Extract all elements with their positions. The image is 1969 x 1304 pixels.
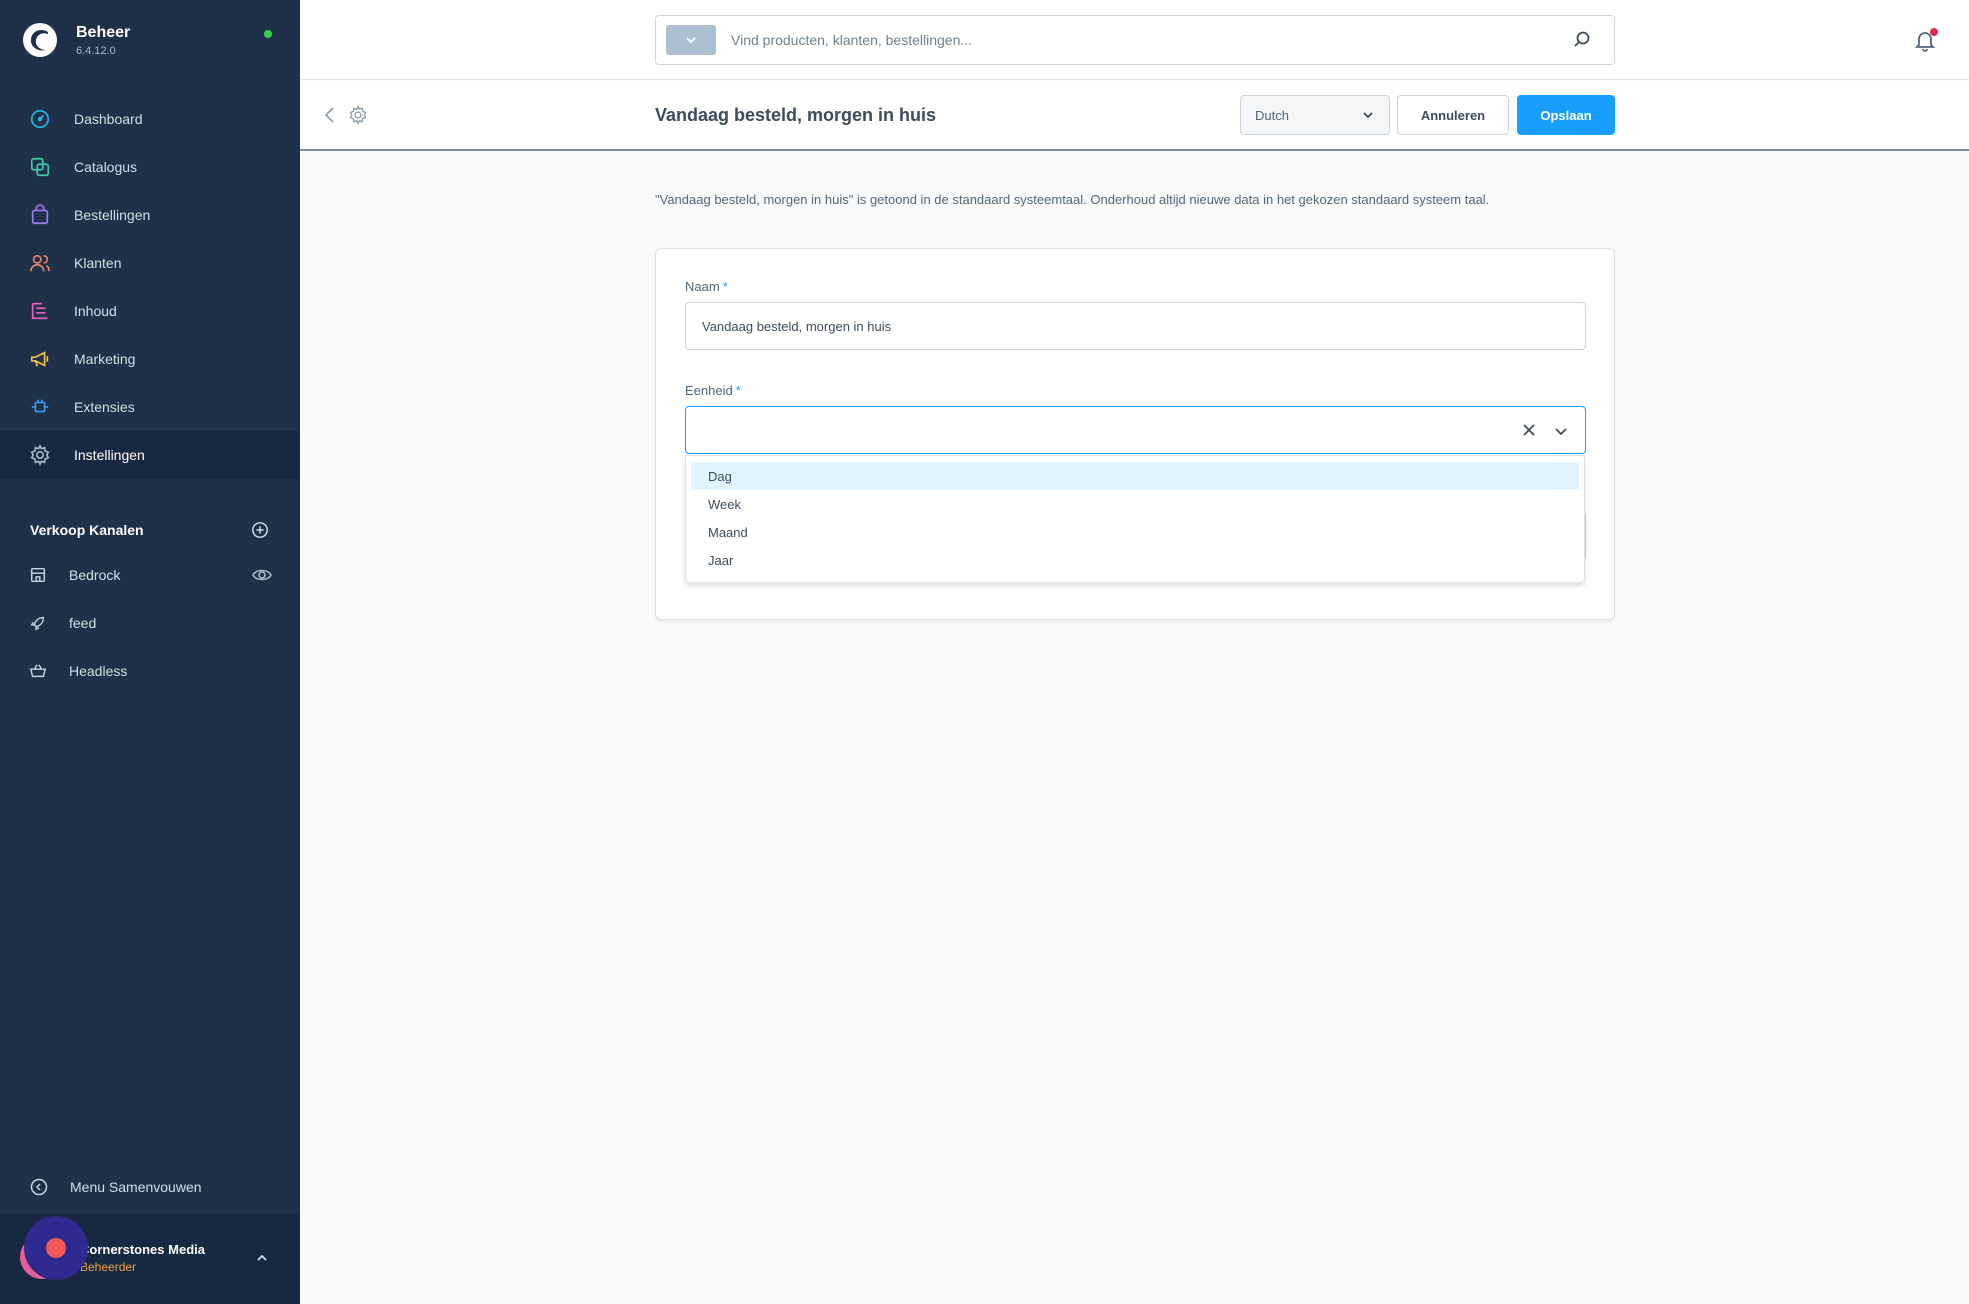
- extensions-icon: [28, 395, 52, 419]
- channel-label: feed: [69, 615, 97, 631]
- unit-select[interactable]: [685, 406, 1586, 454]
- nav-item-settings[interactable]: Instellingen: [0, 431, 300, 479]
- chevron-down-icon: [686, 37, 696, 44]
- cancel-button[interactable]: Annuleren: [1397, 95, 1509, 135]
- unit-option-jaar[interactable]: Jaar: [691, 546, 1579, 574]
- eye-icon[interactable]: [252, 565, 272, 585]
- nav-label: Extensies: [74, 399, 135, 415]
- language-info-text: "Vandaag besteld, morgen in huis" is get…: [655, 192, 1490, 207]
- notification-badge: [1930, 28, 1938, 36]
- search-icon[interactable]: [1572, 30, 1592, 50]
- global-search: [655, 15, 1615, 65]
- collapse-icon: [30, 1178, 48, 1196]
- nav-item-orders[interactable]: Bestellingen: [0, 191, 300, 239]
- nav-label: Bestellingen: [74, 207, 151, 223]
- settings-icon: [28, 443, 52, 467]
- close-icon[interactable]: [1521, 422, 1537, 438]
- marketing-icon: [28, 347, 52, 371]
- nav-item-catalog[interactable]: Catalogus: [0, 143, 300, 191]
- unit-label-text: Eenheid: [685, 383, 733, 398]
- unit-option-dag[interactable]: Dag: [691, 462, 1579, 490]
- unit-option-week[interactable]: Week: [691, 490, 1579, 518]
- add-channel-icon[interactable]: [250, 520, 270, 540]
- chat-dot-icon: [46, 1238, 66, 1258]
- rocket-icon: [28, 613, 48, 633]
- channel-item-feed[interactable]: feed: [0, 599, 300, 647]
- back-arrow-icon[interactable]: [320, 105, 340, 125]
- shopware-logo-icon: [23, 23, 57, 57]
- channel-label: Bedrock: [69, 567, 121, 583]
- orders-icon: [28, 203, 52, 227]
- dashboard-icon: [28, 107, 52, 131]
- page-title: Vandaag besteld, morgen in huis: [655, 105, 937, 125]
- language-select-value: Dutch: [1255, 107, 1289, 123]
- sidebar: Beheer 6.4.12.0 Dashboard Catalogus Best…: [0, 0, 300, 1304]
- language-select[interactable]: Dutch: [1240, 95, 1390, 135]
- nav-item-extensions[interactable]: Extensies: [0, 383, 300, 431]
- gear-icon[interactable]: [348, 105, 368, 125]
- brand-title: Beheer: [76, 23, 131, 41]
- chat-widget-button[interactable]: [24, 1216, 88, 1280]
- channel-item-headless[interactable]: Headless: [0, 647, 300, 695]
- storefront-icon: [28, 565, 48, 585]
- nav-label: Inhoud: [74, 303, 117, 319]
- nav-label: Marketing: [74, 351, 136, 367]
- channel-item-bedrock[interactable]: Bedrock: [0, 551, 300, 599]
- name-field[interactable]: Vandaag besteld, morgen in huis: [685, 302, 1586, 350]
- nav-item-dashboard[interactable]: Dashboard: [0, 95, 300, 143]
- user-role: Beheerder: [80, 1260, 137, 1274]
- channel-label: Headless: [69, 663, 128, 679]
- sales-channels-list: Bedrock feed Headless: [0, 551, 300, 695]
- top-bar: [300, 0, 1969, 80]
- name-label: Naam *: [685, 279, 728, 294]
- chevron-down-icon: [1363, 112, 1373, 119]
- catalog-icon: [28, 155, 52, 179]
- nav-item-content[interactable]: Inhoud: [0, 287, 300, 335]
- save-button[interactable]: Opslaan: [1517, 95, 1615, 135]
- required-mark: *: [735, 383, 741, 398]
- search-input[interactable]: [731, 32, 1572, 48]
- basket-icon: [28, 661, 48, 681]
- nav-item-customers[interactable]: Klanten: [0, 239, 300, 287]
- nav-item-marketing[interactable]: Marketing: [0, 335, 300, 383]
- content-icon: [28, 299, 52, 323]
- customers-icon: [28, 251, 52, 275]
- user-name: Cornerstones Media: [80, 1242, 205, 1257]
- brand-version: 6.4.12.0: [76, 44, 116, 57]
- search-type-dropdown[interactable]: [666, 25, 716, 55]
- nav-label: Klanten: [74, 255, 122, 271]
- collapse-menu-button[interactable]: Menu Samenvouwen: [30, 1178, 202, 1196]
- brand[interactable]: Beheer 6.4.12.0: [22, 22, 130, 58]
- nav-label: Instellingen: [74, 447, 145, 463]
- status-indicator: [264, 30, 272, 38]
- sales-channels-title: Verkoop Kanalen: [30, 522, 144, 538]
- unit-dropdown-list: Dag Week Maand Jaar: [685, 455, 1585, 583]
- smart-bar: Vandaag besteld, morgen in huis Dutch An…: [300, 81, 1969, 151]
- nav-label: Catalogus: [74, 159, 138, 175]
- main-navigation: Dashboard Catalogus Bestellingen Klanten…: [0, 95, 300, 479]
- nav-label: Dashboard: [74, 111, 143, 127]
- collapse-label: Menu Samenvouwen: [70, 1179, 202, 1195]
- unit-option-maand[interactable]: Maand: [691, 518, 1579, 546]
- chevron-down-icon[interactable]: [1553, 423, 1569, 439]
- sales-channels-header: Verkoop Kanalen: [30, 520, 270, 540]
- chevron-up-icon[interactable]: [254, 1250, 270, 1266]
- required-mark: *: [722, 279, 728, 294]
- unit-label: Eenheid *: [685, 383, 741, 398]
- name-label-text: Naam: [685, 279, 720, 294]
